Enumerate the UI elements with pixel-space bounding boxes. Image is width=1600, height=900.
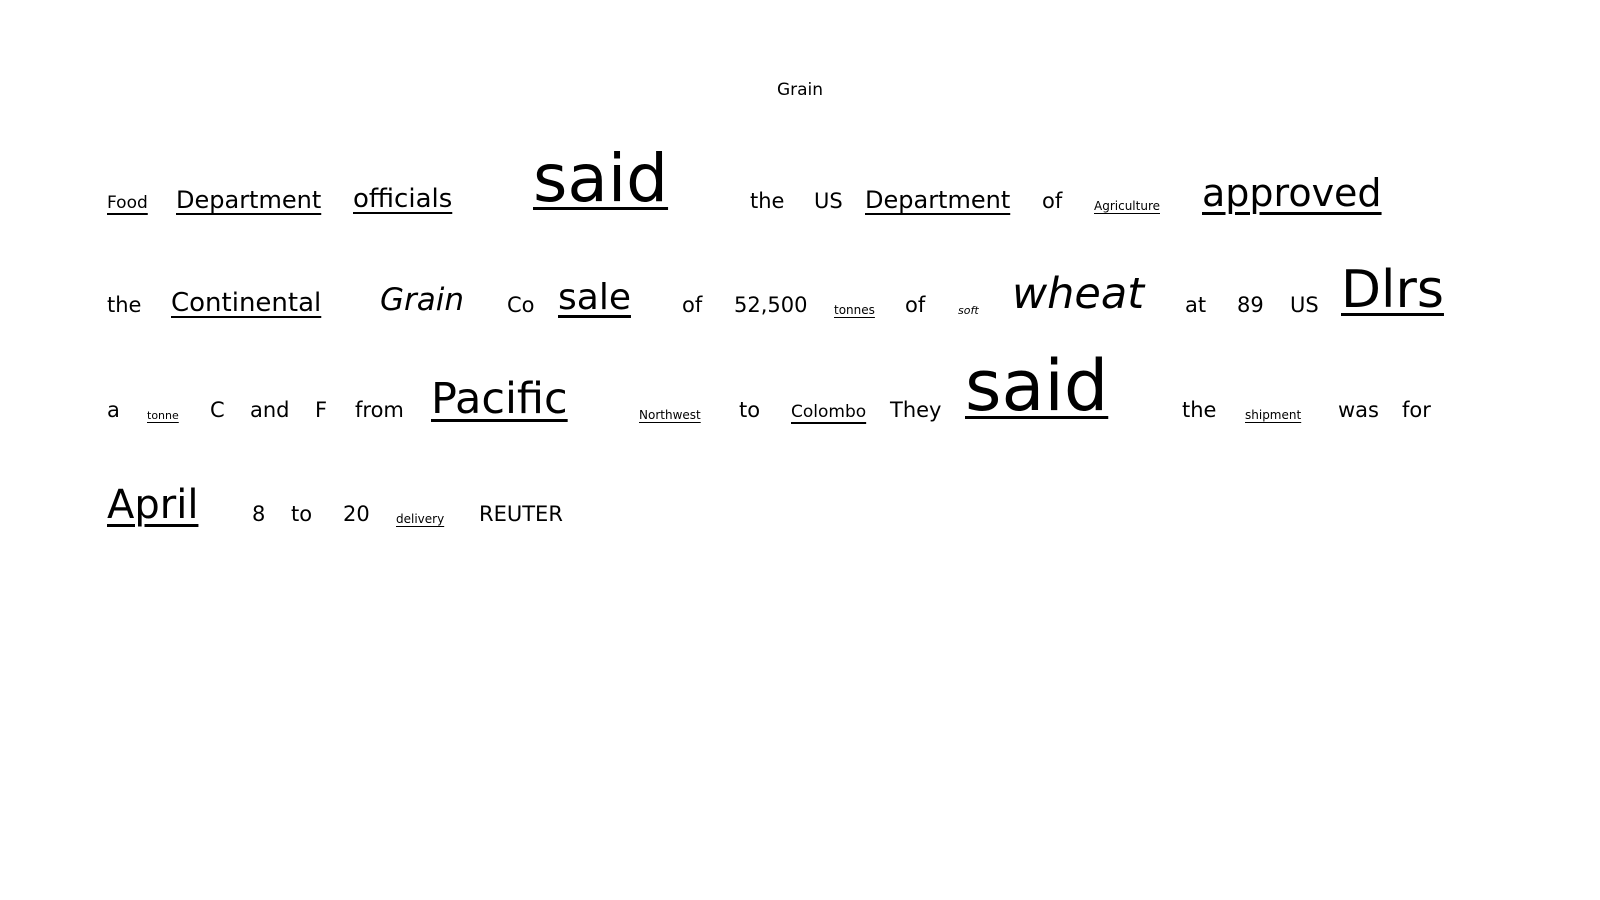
- cloud-word: the: [1182, 398, 1217, 422]
- cloud-word: said: [965, 345, 1109, 427]
- cloud-word: Department: [865, 186, 1011, 214]
- page-title: Grain: [776, 80, 824, 100]
- cloud-word: Continental: [171, 288, 322, 318]
- cloud-word: They: [890, 398, 942, 422]
- cloud-word: 52,500: [734, 293, 808, 317]
- cloud-word: REUTER: [479, 502, 563, 526]
- cloud-word: of: [905, 293, 926, 317]
- cloud-word: Colombo: [791, 402, 867, 422]
- cloud-word: soft: [958, 304, 979, 317]
- cloud-word: approved: [1202, 171, 1382, 215]
- cloud-word: Food: [107, 193, 148, 213]
- cloud-word: of: [682, 293, 703, 317]
- cloud-word: from: [355, 398, 404, 422]
- cloud-word: a: [107, 398, 120, 422]
- cloud-word: US: [814, 189, 843, 213]
- cloud-word: to: [291, 502, 313, 526]
- cloud-word: US: [1290, 293, 1319, 317]
- cloud-word: Grain: [380, 282, 465, 318]
- cloud-word: was: [1338, 398, 1379, 422]
- cloud-word: tonne: [147, 409, 179, 422]
- cloud-word: 20: [343, 502, 370, 526]
- cloud-word: wheat: [1012, 269, 1145, 319]
- cloud-word: 89: [1237, 293, 1264, 317]
- cloud-word: Department: [176, 186, 322, 214]
- cloud-word: Agriculture: [1094, 199, 1160, 213]
- cloud-word: tonnes: [834, 303, 875, 317]
- cloud-word: the: [750, 189, 785, 213]
- cloud-word: Dlrs: [1341, 260, 1444, 320]
- cloud-word: shipment: [1245, 408, 1302, 422]
- cloud-word: and: [250, 398, 290, 422]
- cloud-word: Northwest: [639, 408, 701, 422]
- cloud-word: at: [1185, 293, 1207, 317]
- cloud-word: to: [739, 398, 761, 422]
- cloud-word: officials: [353, 184, 453, 214]
- cloud-word: of: [1042, 189, 1063, 213]
- cloud-word: for: [1402, 398, 1431, 422]
- cloud-word: April: [107, 482, 199, 528]
- cloud-word: C: [210, 398, 225, 422]
- cloud-word: said: [533, 140, 669, 217]
- cloud-word: 8: [252, 502, 266, 526]
- cloud-word: delivery: [396, 512, 445, 526]
- cloud-word: sale: [558, 277, 631, 318]
- cloud-word: the: [107, 293, 142, 317]
- cloud-word: Pacific: [431, 374, 568, 424]
- cloud-word: F: [315, 398, 328, 422]
- cloud-word: Co: [507, 293, 535, 317]
